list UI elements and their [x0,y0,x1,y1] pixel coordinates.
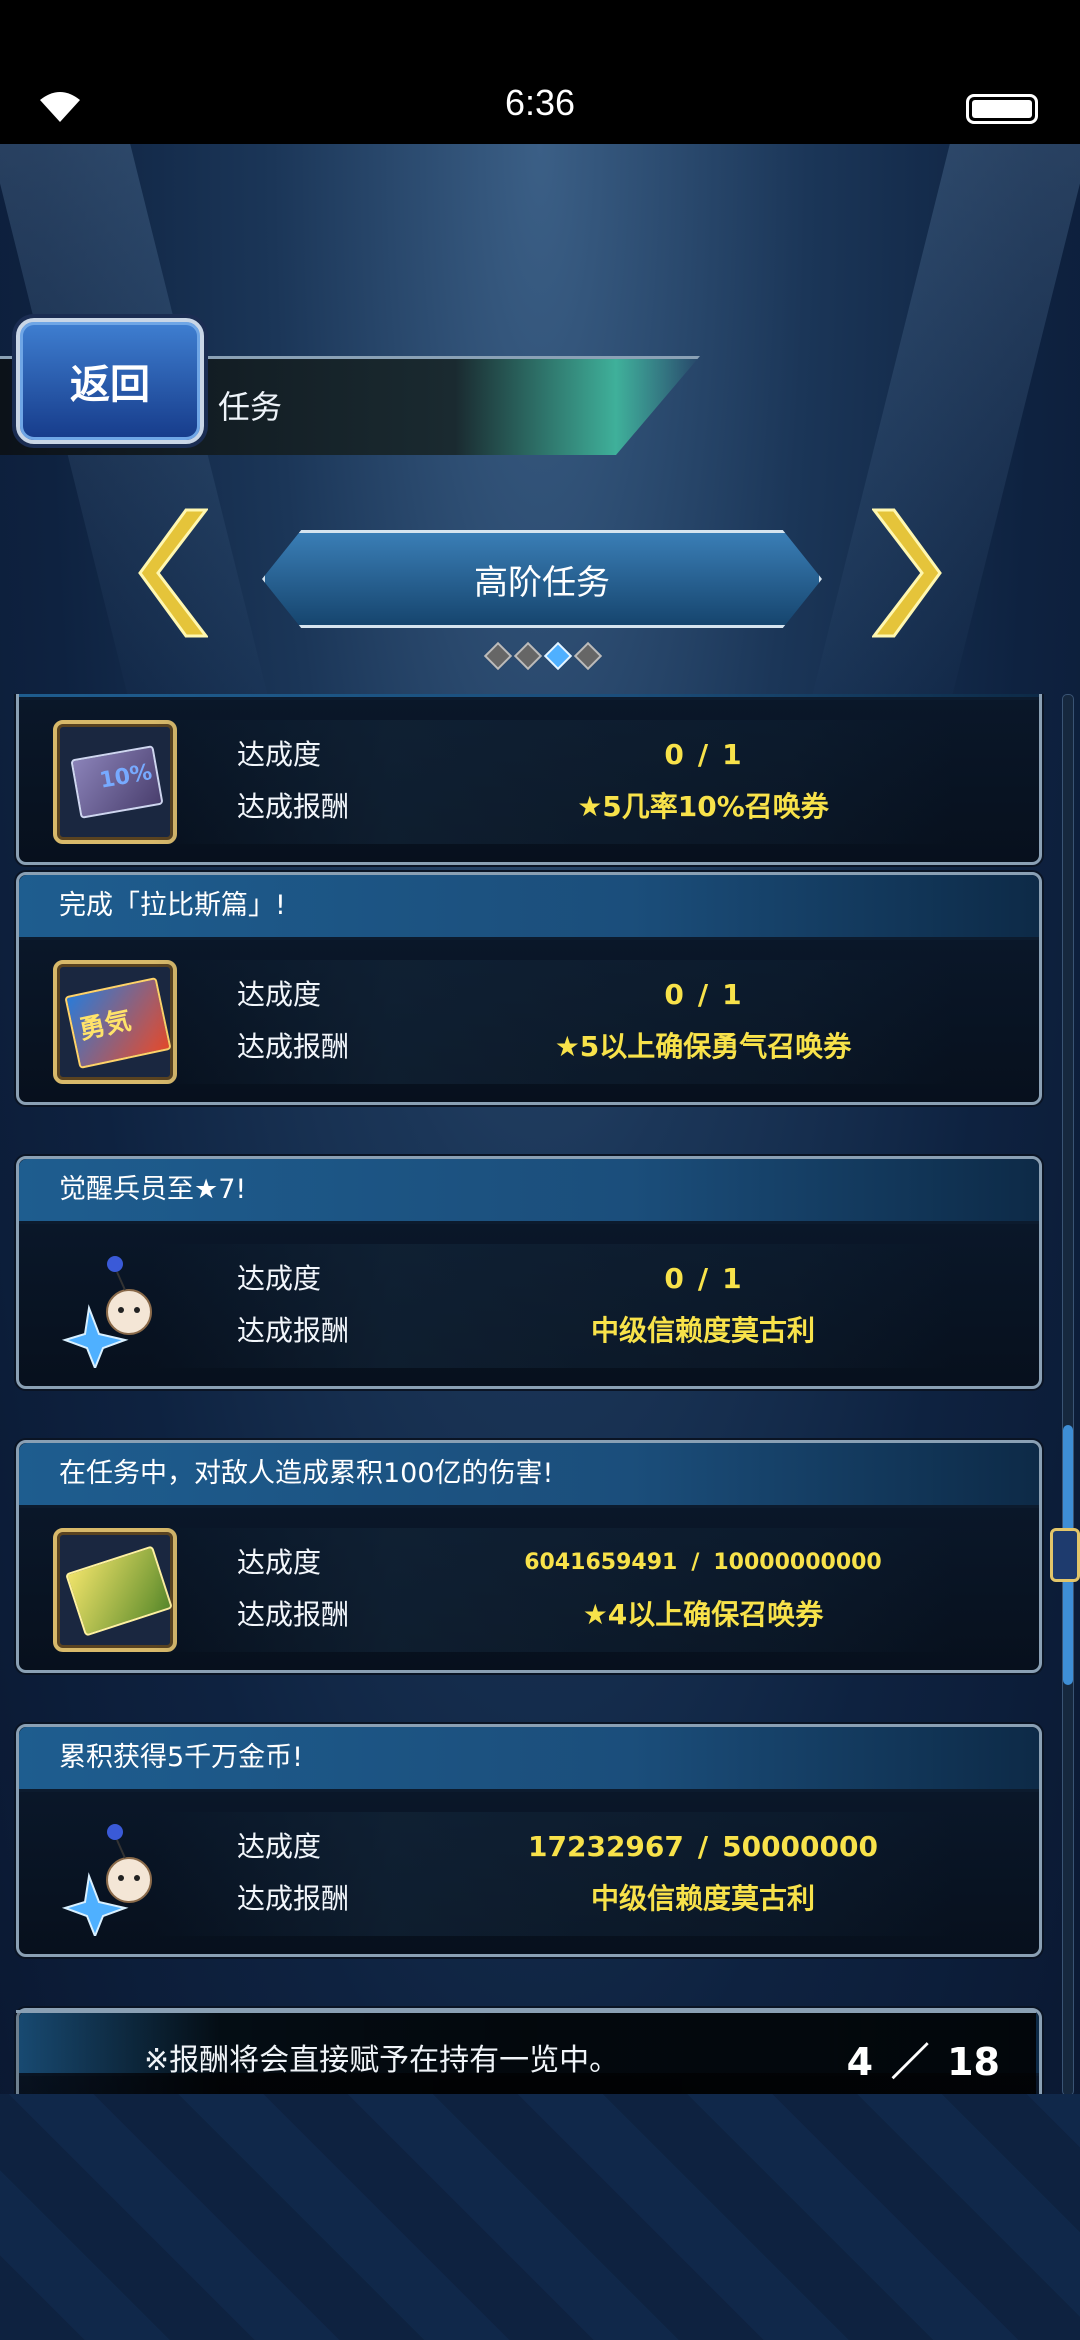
reward-label: 达成报酬 [237,1030,350,1063]
progress-label: 达成度 [237,1262,322,1295]
mission-title: 觉醒兵员至★7! [19,1159,1039,1224]
reward-value: ★4以上确保召唤券 [582,1598,824,1631]
page-dot-active [543,641,573,671]
progress-label: 达成度 [237,978,322,1011]
footer-bar: ※报酬将会直接赋予在持有一览中。 4 ／ 18 [16,2010,1036,2097]
mission-info: 达成度 6041659491/10000000000 达成报酬 ★4以上确保召唤… [153,1528,953,1652]
back-button[interactable]: 返回 [16,318,204,444]
progress-value: 17232967/50000000 [528,1830,878,1863]
mission-card: 觉醒兵员至★7! 达成度 0/1 达成报酬 中级信赖度莫古利 [16,1156,1042,1389]
mission-title: 完成「拉比斯篇」! [19,875,1039,940]
mission-card: 累积获得5千万金币! 达成度 17232967/50000000 达成报酬 中级… [16,1724,1042,1957]
page-indicator [483,641,603,671]
scroll-handle[interactable] [1050,1528,1080,1582]
mission-info: 达成度 17232967/50000000 达成报酬 中级信赖度莫古利 [153,1812,953,1936]
reward-value: 中级信赖度莫古利 [590,1882,815,1915]
page-dot [483,641,513,671]
background-floor [0,2094,1080,2340]
reward-label: 达成报酬 [237,790,350,823]
status-time: 6:36 [504,82,576,123]
chevron-right-icon[interactable] [872,508,942,638]
progress-value: 6041659491/10000000000 [524,1550,882,1575]
progress-label: 达成度 [237,1546,322,1579]
page-dot [573,641,603,671]
reward-label: 达成报酬 [237,1314,350,1347]
mission-card: 完成「拉比斯篇」! 勇気 达成度 0/1 达成报酬 ★5以上确保勇气召唤券 [16,872,1042,1105]
scrollbar[interactable] [1062,694,1074,2096]
mission-title: 在任务中，对敌人造成累积100亿的伤害! [19,1443,1039,1508]
mission-card: 10% 达成度 0/1 达成报酬 ★5几率10%召唤券 [16,694,1042,865]
category-title: 高阶任务 [262,530,822,628]
reward-label: 达成报酬 [237,1598,350,1631]
reward-note: ※报酬将会直接赋予在持有一览中。 [144,2043,620,2078]
status-bar: 6:36 [0,0,1080,144]
progress-value: 0/1 [664,978,742,1011]
page-counter: 4 ／ 18 [846,2040,1000,2084]
page-dot [513,641,543,671]
page-title: 任务 [218,388,283,426]
progress-label: 达成度 [237,1830,322,1863]
reward-value: ★5几率10%召唤券 [577,790,829,823]
progress-value: 0/1 [664,1262,742,1295]
mission-info: 达成度 0/1 达成报酬 ★5以上确保勇气召唤券 [153,960,953,1084]
reward-value: 中级信赖度莫古利 [590,1314,815,1347]
battery-icon [966,94,1038,124]
progress-label: 达成度 [237,738,322,771]
reward-label: 达成报酬 [237,1882,350,1915]
mission-info: 达成度 0/1 达成报酬 ★5几率10%召唤券 [153,720,953,844]
mission-card: 在任务中，对敌人造成累积100亿的伤害! 达成度 6041659491/1000… [16,1440,1042,1673]
mission-title: 累积获得5千万金币! [19,1727,1039,1792]
progress-value: 0/1 [664,738,742,771]
chevron-left-icon[interactable] [138,508,208,638]
mission-list[interactable]: 10% 达成度 0/1 达成报酬 ★5几率10%召唤券 完成「拉比斯篇」! 勇気… [0,694,1080,2094]
mission-info: 达成度 0/1 达成报酬 中级信赖度莫古利 [153,1244,953,1368]
reward-value: ★5以上确保勇气召唤券 [554,1030,852,1063]
